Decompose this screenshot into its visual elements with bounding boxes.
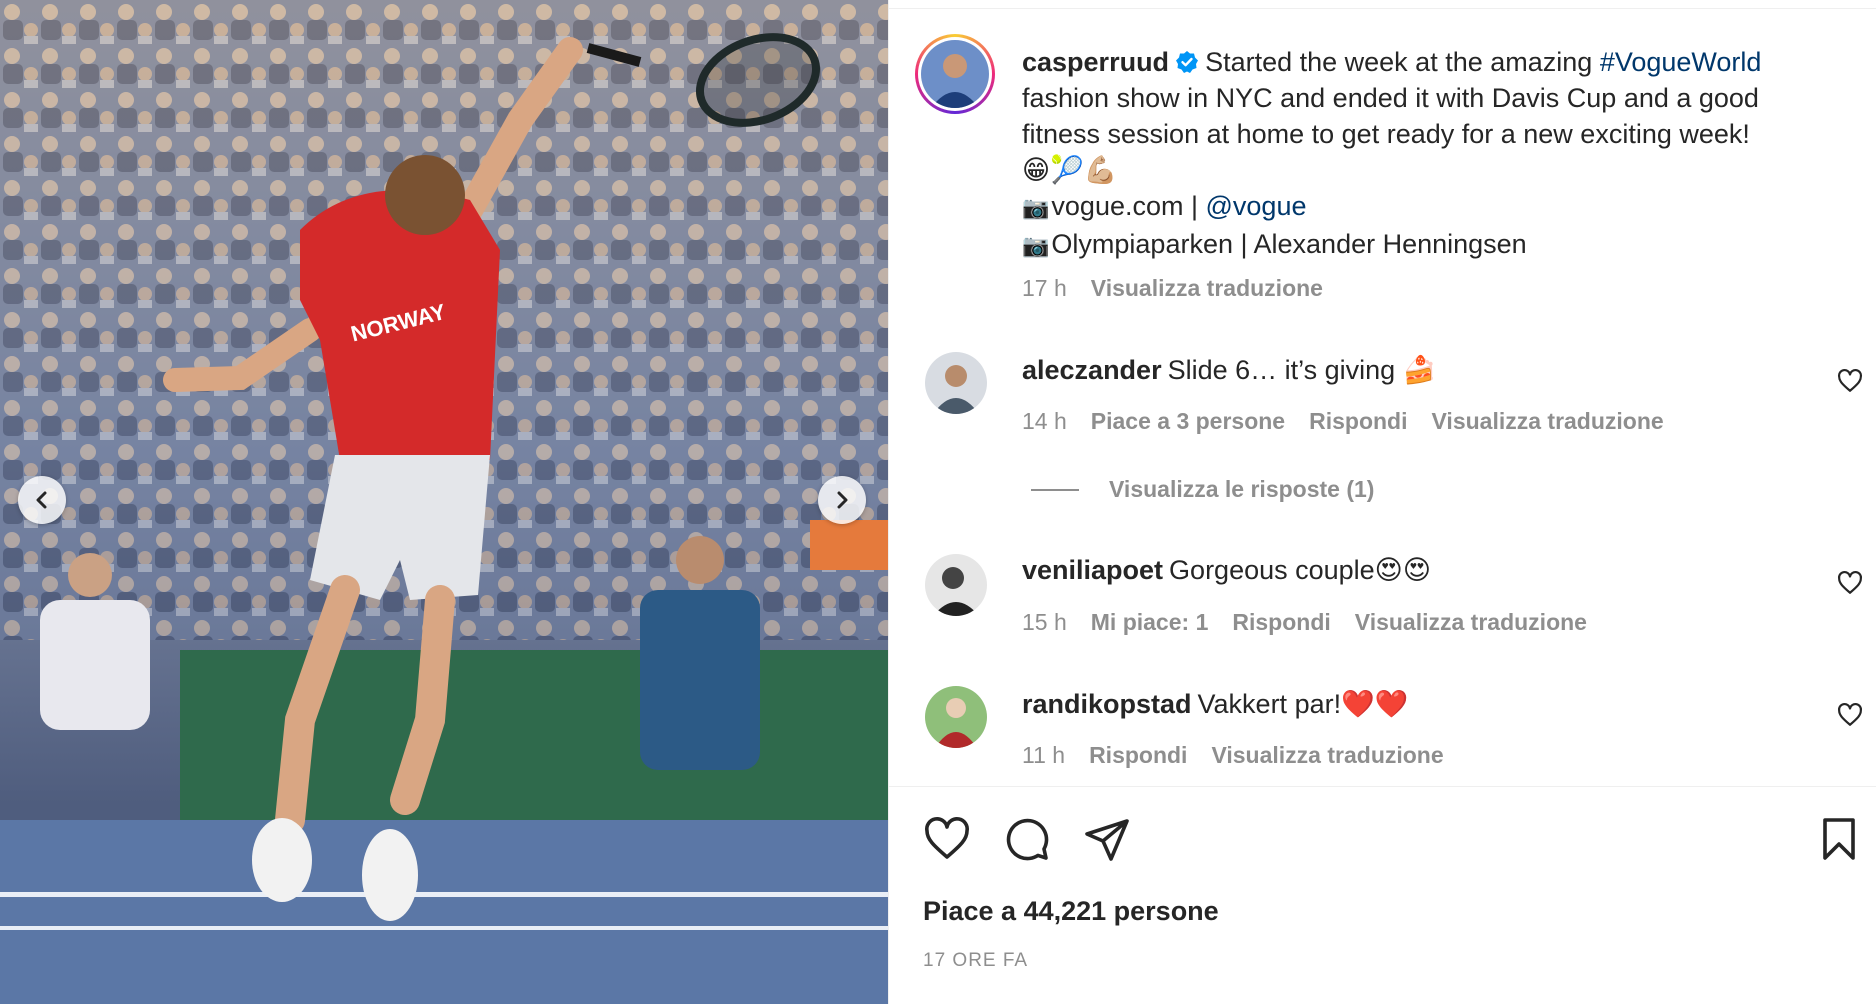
avatar-photo [925,352,987,414]
reply-button[interactable]: Rispondi [1309,408,1407,434]
tennis-photo: NORWAY [0,0,888,1004]
post-panel: casperruud Started the week at the amazin… [888,0,1876,1004]
post-caption: casperruud Started the week at the amazin… [1022,44,1852,264]
send-icon[interactable] [1083,815,1131,863]
view-replies-button[interactable]: Visualizza le risposte (1) [1031,476,1374,503]
divider [889,786,1876,787]
translate-comment-link[interactable]: Visualizza traduzione [1211,742,1443,768]
avatar-photo [925,554,987,616]
reply-button[interactable]: Rispondi [1232,609,1330,635]
comment-icon[interactable] [1003,815,1051,863]
post-photo: NORWAY [0,0,888,1004]
previous-slide-button[interactable] [18,476,66,524]
like-comment-heart-icon[interactable] [1837,570,1863,596]
replies-line [1031,488,1079,491]
divider [889,8,1876,9]
comment-likes-link[interactable]: Mi piace: 1 [1091,609,1209,635]
chevron-right-icon [837,491,848,509]
translate-comment-link[interactable]: Visualizza traduzione [1432,408,1664,434]
posted-time: 17 ORE FA [923,950,1029,971]
author-avatar[interactable] [915,34,995,114]
mention-link[interactable]: @vogue [1206,191,1307,221]
camera-icon: 📷 [1022,195,1050,220]
comment-likes-link[interactable]: Piace a 3 persone [1091,408,1285,434]
camera-icon: 📷 [1022,233,1050,258]
bookmark-icon[interactable] [1815,815,1863,863]
author-username[interactable]: casperruud [1022,47,1169,77]
translate-caption-link[interactable]: Visualizza traduzione [1091,275,1323,301]
heart-icon[interactable] [923,815,971,863]
comment: veniliapoet Gorgeous couple😍😍 [1022,555,1431,585]
likes-count[interactable]: Piace a 44,221 persone [923,896,1219,927]
avatar-photo [921,40,989,108]
comment: randikopstad Vakkert par!❤️❤️ [1022,689,1409,719]
comment: aleczander Slide 6… it’s giving 🍰 [1022,355,1437,385]
hashtag-link[interactable]: #VogueWorld [1600,47,1762,77]
caption-meta: 17 h Visualizza traduzione [1022,275,1347,302]
post-time: 17 h [1022,275,1067,301]
comment-meta: 15 h Mi piace: 1 Rispondi Visualizza traduz… [1022,609,1587,635]
like-comment-heart-icon[interactable] [1837,368,1863,394]
caption-emojis: 😁🎾💪🏼 [1022,155,1118,185]
next-slide-button[interactable] [818,476,866,524]
comment-username[interactable]: randikopstad [1022,689,1192,719]
verified-badge-icon [1176,51,1199,73]
like-comment-heart-icon[interactable] [1837,702,1863,728]
avatar-photo [925,686,987,748]
comment-username[interactable]: aleczander [1022,355,1162,385]
comment-meta: 11 h Rispondi Visualizza traduzione [1022,742,1444,768]
commenter-avatar[interactable] [925,554,987,616]
comment-meta: 14 h Piace a 3 persone Rispondi Visualizza … [1022,408,1664,434]
comment-username[interactable]: veniliapoet [1022,555,1163,585]
commenter-avatar[interactable] [925,352,987,414]
commenter-avatar[interactable] [925,686,987,748]
translate-comment-link[interactable]: Visualizza traduzione [1355,609,1587,635]
reply-button[interactable]: Rispondi [1089,742,1187,768]
chevron-left-icon [36,491,47,509]
